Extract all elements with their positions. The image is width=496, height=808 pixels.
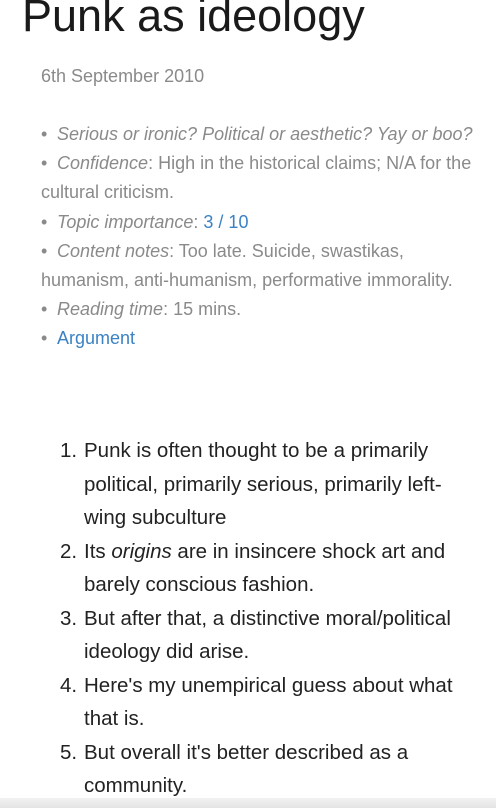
bullet-icon: • [41, 211, 48, 232]
content-notes-label: Content notes [57, 240, 170, 261]
bullet-icon: • [41, 328, 48, 349]
list-number: 1. [60, 439, 78, 462]
list-item-text: Here's my unempirical guess about what t… [84, 673, 453, 731]
importance-label: Topic importance [57, 211, 194, 232]
reading-time-value: : 15 mins. [163, 299, 242, 320]
list-item: 4. Here's my unempirical guess about what… [60, 669, 480, 736]
post-date: 6th September 2010 [41, 66, 205, 86]
meta-item-argument: • Argument [41, 324, 481, 353]
meta-item-importance: • Topic importance: 3 / 10 [41, 208, 481, 237]
page-title: Punk as ideology [22, 0, 365, 41]
list-item-text: But after that, a distinctive moral/poli… [84, 606, 451, 664]
list-item: 2. Its origins are in insincere shock art… [60, 535, 480, 602]
bullet-icon: • [41, 153, 48, 174]
bullet-icon: • [41, 240, 48, 261]
meta-summary-text: Serious or ironic? Political or aestheti… [57, 124, 473, 144]
list-item: 5. But overall it's better described as a… [60, 736, 480, 803]
bullet-icon: • [41, 299, 48, 320]
confidence-label: Confidence [57, 153, 149, 174]
bottom-bar [0, 798, 496, 808]
list-item-text-pre: Its [84, 539, 112, 563]
list-item: 3. But after that, a distinctive moral/po… [60, 602, 480, 669]
argument-link[interactable]: Argument [57, 328, 135, 348]
list-number: 3. [60, 606, 78, 630]
argument-points: 1. Punk is often thought to be a primaril… [60, 434, 480, 803]
list-item-text: But overall it's better described as a c… [84, 740, 409, 798]
list-item-text: Punk is often thought to be a primarily … [84, 439, 442, 529]
reading-time-label: Reading time [57, 299, 164, 320]
metadata-list: • Serious or ironic? Political or aesthet… [41, 120, 481, 354]
meta-item-content-notes: • Content notes: Too late. Suicide, swast… [41, 237, 481, 295]
list-number: 4. [60, 673, 78, 697]
meta-item-confidence: • Confidence: High in the historical clai… [41, 149, 481, 207]
list-number: 2. [60, 539, 78, 563]
meta-item-summary: • Serious or ironic? Political or aesthet… [41, 120, 481, 149]
importance-value-link[interactable]: 3 / 10 [203, 212, 248, 232]
list-item-emphasis: origins [111, 539, 172, 563]
meta-item-reading-time: • Reading time: 15 mins. [41, 295, 481, 324]
importance-separator: : [193, 211, 204, 232]
list-item: 1. Punk is often thought to be a primaril… [60, 434, 480, 535]
bullet-icon: • [41, 124, 48, 144]
list-number: 5. [60, 740, 78, 764]
